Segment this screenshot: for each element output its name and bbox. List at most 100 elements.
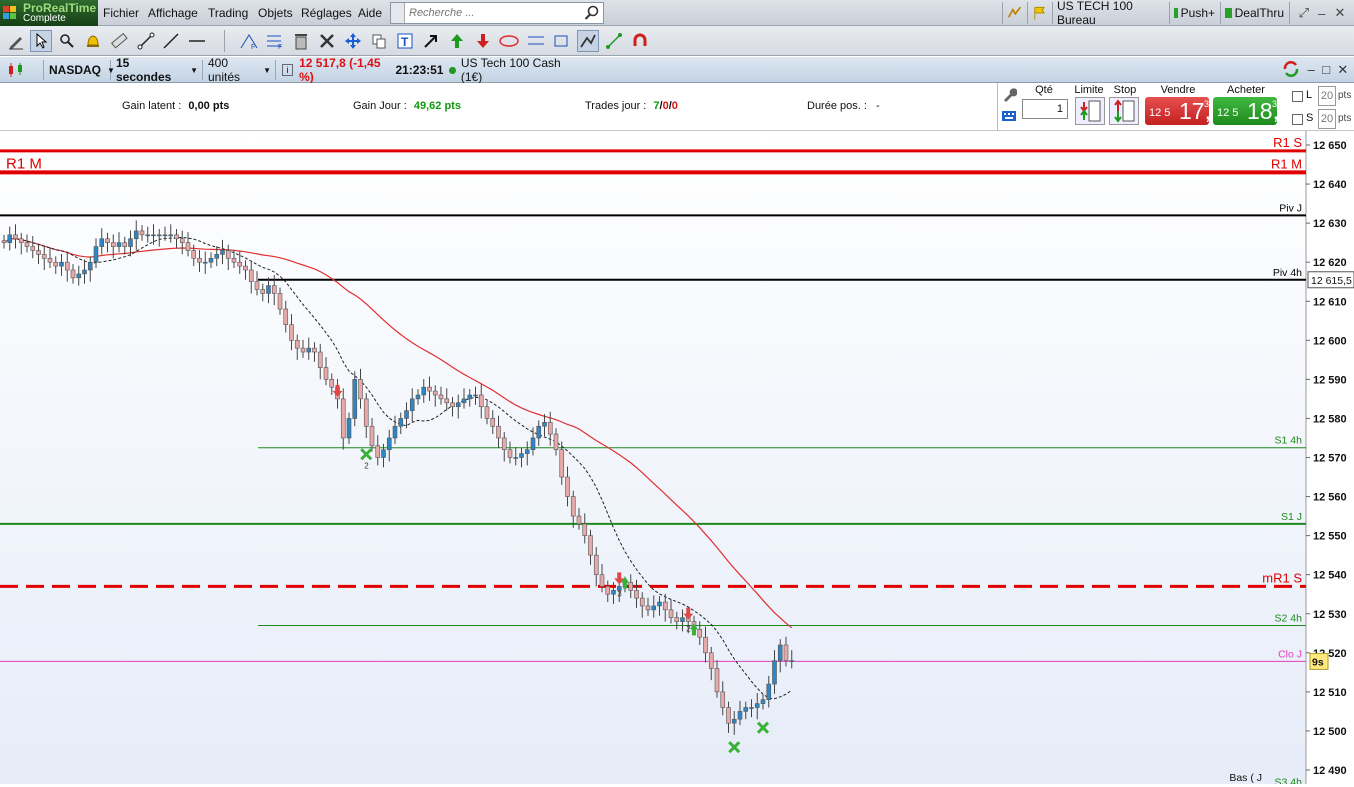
restore-window-icon[interactable]: ⤢ xyxy=(1299,5,1309,21)
segment-tool-icon[interactable] xyxy=(135,30,157,52)
stop-checkbox[interactable] xyxy=(1292,114,1303,125)
wrench-icon[interactable] xyxy=(1001,87,1017,103)
stop-order-button[interactable] xyxy=(1109,97,1139,125)
candle-body xyxy=(122,242,128,247)
buy-button[interactable]: 12 5 18, 3 xyxy=(1213,97,1279,125)
timeframe-selector[interactable]: 15 secondes ▼ xyxy=(112,56,203,84)
candle-body xyxy=(369,425,375,447)
stop-distance-input[interactable]: 20 xyxy=(1318,109,1336,129)
y-tick-label: 12 630 xyxy=(1313,218,1347,230)
candle-body xyxy=(64,261,70,271)
dealthru-button[interactable]: DealThru xyxy=(1220,2,1288,24)
alert-bell-icon[interactable] xyxy=(82,30,104,52)
workspace-name[interactable]: US TECH 100 Bureau xyxy=(1052,0,1168,27)
candle-body xyxy=(294,340,300,349)
candle-body xyxy=(248,269,254,283)
y-tick-label: 12 610 xyxy=(1313,296,1347,308)
line-tool-icon[interactable] xyxy=(160,30,182,52)
candle-body xyxy=(254,281,260,290)
minimize-chart-icon[interactable]: – xyxy=(1308,62,1315,78)
sell-button[interactable]: 12 5 17, 3 xyxy=(1145,97,1211,125)
menu-trading[interactable]: Trading xyxy=(208,6,248,20)
horizontal-line-icon[interactable] xyxy=(186,30,208,52)
qty-input[interactable]: 1 xyxy=(1022,99,1068,119)
limit-distance-input[interactable]: 20 xyxy=(1318,86,1336,106)
minimize-window-icon[interactable]: – xyxy=(1318,6,1325,21)
ellipse-tool-icon[interactable] xyxy=(498,30,520,52)
logo-subtitle: Complete xyxy=(23,13,66,24)
refresh-icon[interactable] xyxy=(1282,60,1300,80)
market-scan-icon[interactable] xyxy=(1002,2,1026,24)
close-window-icon[interactable]: ✕ xyxy=(1334,5,1345,21)
ruler-icon[interactable] xyxy=(108,30,130,52)
market-open-icon xyxy=(449,66,456,74)
close-chart-icon[interactable]: ✕ xyxy=(1337,62,1348,78)
search-box[interactable] xyxy=(390,2,604,24)
candle-body xyxy=(553,433,559,450)
fibonacci-levels-icon[interactable]: F xyxy=(264,30,286,52)
menu-objets[interactable]: Objets xyxy=(258,6,293,20)
svg-text:F: F xyxy=(251,44,255,50)
candle-body xyxy=(754,703,760,708)
tools-icon[interactable] xyxy=(316,30,338,52)
search-icon[interactable] xyxy=(584,5,600,21)
candle-body xyxy=(18,238,24,243)
candle-body xyxy=(415,394,421,400)
fibonacci-fan-icon[interactable]: F xyxy=(238,30,260,52)
candle-body xyxy=(346,418,352,439)
sell-arrow-icon[interactable] xyxy=(472,30,494,52)
candle-body xyxy=(634,590,639,599)
sell-label: Vendre xyxy=(1160,84,1196,96)
channel-tool-icon[interactable] xyxy=(526,30,548,52)
zoom-icon[interactable] xyxy=(56,30,78,52)
keyboard-icon[interactable] xyxy=(1001,109,1017,123)
candle-body xyxy=(340,398,346,439)
candle-body xyxy=(570,496,576,517)
info-icon[interactable]: i xyxy=(282,64,294,76)
limit-check-label: L xyxy=(1306,89,1313,101)
candle-body xyxy=(708,652,714,669)
stop-check-label: S xyxy=(1306,112,1314,124)
trendline-green-icon[interactable] xyxy=(603,30,625,52)
candle-body xyxy=(536,425,542,439)
y-tick-label: 12 510 xyxy=(1313,687,1347,699)
flag-icon[interactable] xyxy=(1027,2,1051,24)
limit-checkbox[interactable] xyxy=(1292,91,1303,102)
candlestick-icon xyxy=(9,63,22,77)
maximize-chart-icon[interactable]: □ xyxy=(1322,62,1330,78)
chart-type-selector[interactable] xyxy=(2,60,44,80)
pencil-icon[interactable] xyxy=(5,30,27,52)
candle-body xyxy=(312,347,317,353)
rectangle-tool-icon[interactable] xyxy=(552,30,574,52)
copy-icon[interactable] xyxy=(368,30,390,52)
arrow-tool-icon[interactable] xyxy=(420,30,442,52)
text-tool-icon[interactable]: T xyxy=(394,30,416,52)
units-selector[interactable]: 400 unités ▼ xyxy=(204,56,276,84)
menu-reglages[interactable]: Réglages xyxy=(301,6,352,20)
candle-body xyxy=(432,390,438,396)
menu-bar: ProRealTime Complete Fichier Affichage T… xyxy=(0,0,1354,27)
candle-body xyxy=(444,398,450,404)
limit-order-button[interactable] xyxy=(1075,97,1105,125)
push-plus-button[interactable]: Push+ xyxy=(1169,2,1219,24)
candle-body xyxy=(565,476,570,497)
magnet-icon[interactable] xyxy=(629,30,651,52)
candle-body xyxy=(329,379,335,388)
chart-canvas[interactable]: R1 S R1 M Piv J Piv 4h S1 4h S1 J mR1 S S2 4h Cl… xyxy=(0,131,1354,787)
menu-fichier[interactable]: Fichier xyxy=(103,6,139,20)
auto-trend-icon[interactable] xyxy=(577,30,599,52)
buy-arrow-icon[interactable] xyxy=(446,30,468,52)
trash-icon[interactable] xyxy=(290,30,312,52)
level-label: S3 4h xyxy=(1275,777,1303,784)
price-chart[interactable]: R1 S R1 M Piv J Piv 4h S1 4h S1 J mR1 S S2 4h Cl… xyxy=(0,131,1354,787)
trading-info-bar: Gain latent : 0,00 pts Gain Jour : 49,62… xyxy=(0,83,1354,131)
menu-affichage[interactable]: Affichage xyxy=(148,6,198,20)
search-input[interactable] xyxy=(409,5,579,21)
move-icon[interactable] xyxy=(342,30,364,52)
candle-body xyxy=(409,398,415,411)
cursor-icon[interactable] xyxy=(30,30,52,52)
menu-aide[interactable]: Aide xyxy=(358,6,382,20)
level-label: R1 S xyxy=(1273,135,1302,150)
market-selector[interactable]: NASDAQ ▼ xyxy=(45,60,115,80)
candle-body xyxy=(24,242,30,247)
